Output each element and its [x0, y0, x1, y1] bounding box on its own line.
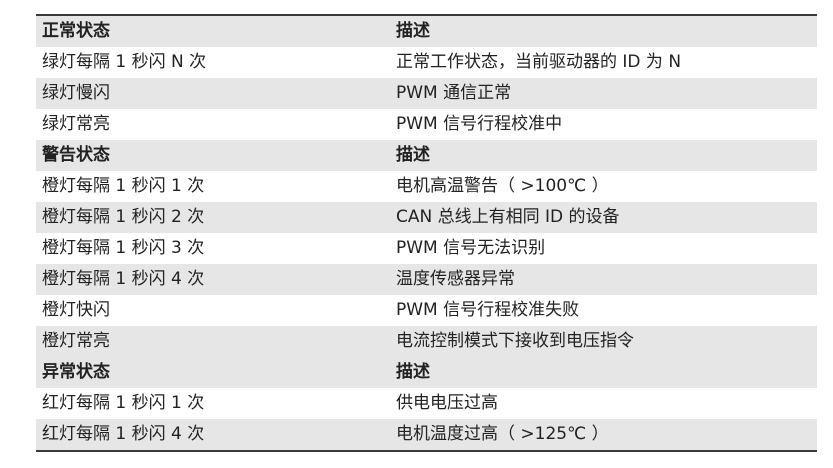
status-cell: 绿灯慢闪 [36, 78, 390, 109]
header-status-cell: 异常状态 [36, 357, 390, 388]
status-cell: 绿灯每隔 1 秒闪 N 次 [36, 47, 390, 78]
table-row: 橙灯每隔 1 秒闪 2 次 CAN 总线上有相同 ID 的设备 [36, 202, 817, 233]
table-row: 绿灯慢闪 PWM 通信正常 [36, 78, 817, 109]
section-header-fault: 异常状态 描述 [36, 357, 817, 388]
status-cell: 橙灯每隔 1 秒闪 4 次 [36, 264, 390, 295]
header-desc-cell: 描述 [390, 16, 817, 47]
desc-cell: PWM 信号行程校准中 [390, 109, 817, 140]
desc-cell: 供电电压过高 [390, 388, 817, 419]
header-desc-cell: 描述 [390, 140, 817, 171]
desc-cell: 电机温度过高（ >125℃ ） [390, 419, 817, 450]
table-row: 红灯每隔 1 秒闪 1 次 供电电压过高 [36, 388, 817, 419]
status-cell: 橙灯每隔 1 秒闪 1 次 [36, 171, 390, 202]
status-cell: 绿灯常亮 [36, 109, 390, 140]
section-header-normal: 正常状态 描述 [36, 16, 817, 47]
desc-cell: CAN 总线上有相同 ID 的设备 [390, 202, 817, 233]
table-row: 橙灯快闪 PWM 信号行程校准失败 [36, 295, 817, 326]
section-header-warning: 警告状态 描述 [36, 140, 817, 171]
table-row: 橙灯常亮 电流控制模式下接收到电压指令 [36, 326, 817, 357]
table-row: 绿灯常亮 PWM 信号行程校准中 [36, 109, 817, 140]
status-cell: 红灯每隔 1 秒闪 4 次 [36, 419, 390, 450]
desc-cell: 正常工作状态，当前驱动器的 ID 为 N [390, 47, 817, 78]
status-cell: 红灯每隔 1 秒闪 1 次 [36, 388, 390, 419]
status-cell: 橙灯常亮 [36, 326, 390, 357]
desc-cell: 电机高温警告（ >100℃ ） [390, 171, 817, 202]
table-row: 红灯每隔 1 秒闪 4 次 电机温度过高（ >125℃ ） [36, 419, 817, 450]
desc-cell: 温度传感器异常 [390, 264, 817, 295]
status-cell: 橙灯每隔 1 秒闪 3 次 [36, 233, 390, 264]
desc-cell: PWM 信号行程校准失败 [390, 295, 817, 326]
status-cell: 橙灯每隔 1 秒闪 2 次 [36, 202, 390, 233]
desc-cell: PWM 通信正常 [390, 78, 817, 109]
header-status-cell: 警告状态 [36, 140, 390, 171]
status-cell: 橙灯快闪 [36, 295, 390, 326]
table-row: 橙灯每隔 1 秒闪 1 次 电机高温警告（ >100℃ ） [36, 171, 817, 202]
table-row: 橙灯每隔 1 秒闪 4 次 温度传感器异常 [36, 264, 817, 295]
led-status-table: 正常状态 描述 绿灯每隔 1 秒闪 N 次 正常工作状态，当前驱动器的 ID 为… [36, 16, 817, 450]
desc-cell: PWM 信号无法识别 [390, 233, 817, 264]
header-desc-cell: 描述 [390, 357, 817, 388]
desc-cell: 电流控制模式下接收到电压指令 [390, 326, 817, 357]
table-row: 橙灯每隔 1 秒闪 3 次 PWM 信号无法识别 [36, 233, 817, 264]
table-row: 绿灯每隔 1 秒闪 N 次 正常工作状态，当前驱动器的 ID 为 N [36, 47, 817, 78]
header-status-cell: 正常状态 [36, 16, 390, 47]
led-status-table-container: 正常状态 描述 绿灯每隔 1 秒闪 N 次 正常工作状态，当前驱动器的 ID 为… [36, 14, 817, 452]
